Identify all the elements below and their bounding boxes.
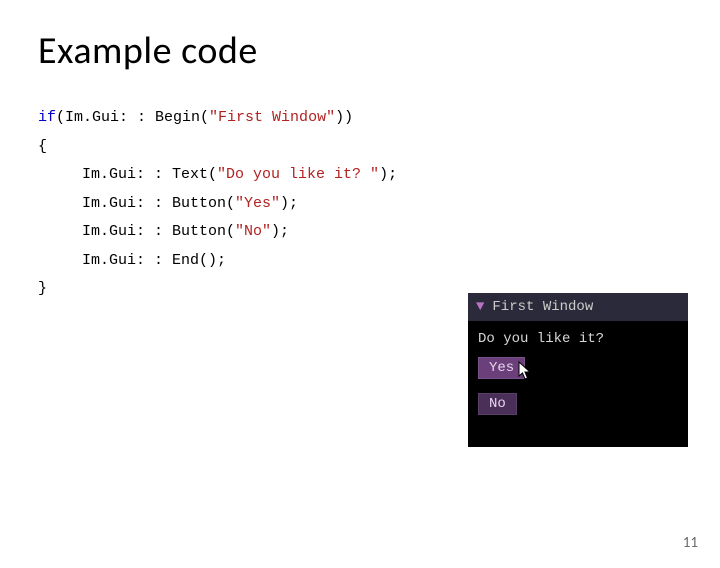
code-text: ); [379, 166, 397, 183]
slide-title: Example code [38, 28, 720, 74]
code-line-1: if(Im.Gui: : Begin("First Window")) [38, 104, 720, 133]
imgui-window: ▼ First Window Do you like it? Yes No [468, 293, 688, 447]
code-string: "No" [235, 223, 271, 240]
no-button[interactable]: No [478, 393, 517, 415]
window-titlebar[interactable]: ▼ First Window [468, 293, 688, 321]
code-line-5: Im.Gui: : End(); [82, 247, 720, 276]
code-text: Im.Gui: : Button( [82, 223, 235, 240]
code-line-brace-open: { [38, 133, 720, 162]
code-text: Im.Gui: : Button( [82, 195, 235, 212]
code-string: "Yes" [235, 195, 280, 212]
code-line-3: Im.Gui: : Button("Yes"); [82, 190, 720, 219]
code-string: "Do you like it? " [217, 166, 379, 183]
window-title: First Window [492, 299, 593, 315]
code-text: (Im.Gui: : Begin( [56, 109, 209, 126]
page-number: 11 [683, 534, 698, 552]
window-body: Do you like it? Yes No [468, 321, 688, 447]
window-text: Do you like it? [478, 331, 678, 347]
code-line-2: Im.Gui: : Text("Do you like it? "); [82, 161, 720, 190]
code-block: if(Im.Gui: : Begin("First Window")) { Im… [38, 104, 720, 304]
code-line-4: Im.Gui: : Button("No"); [82, 218, 720, 247]
code-text: )) [335, 109, 353, 126]
collapse-triangle-icon[interactable]: ▼ [476, 299, 484, 315]
button-row-no: No [478, 393, 678, 423]
code-string: "First Window" [209, 109, 335, 126]
code-text: Im.Gui: : Text( [82, 166, 217, 183]
code-text: ); [280, 195, 298, 212]
code-text: ); [271, 223, 289, 240]
button-row-yes: Yes [478, 357, 678, 387]
yes-button[interactable]: Yes [478, 357, 525, 379]
keyword-if: if [38, 109, 56, 126]
